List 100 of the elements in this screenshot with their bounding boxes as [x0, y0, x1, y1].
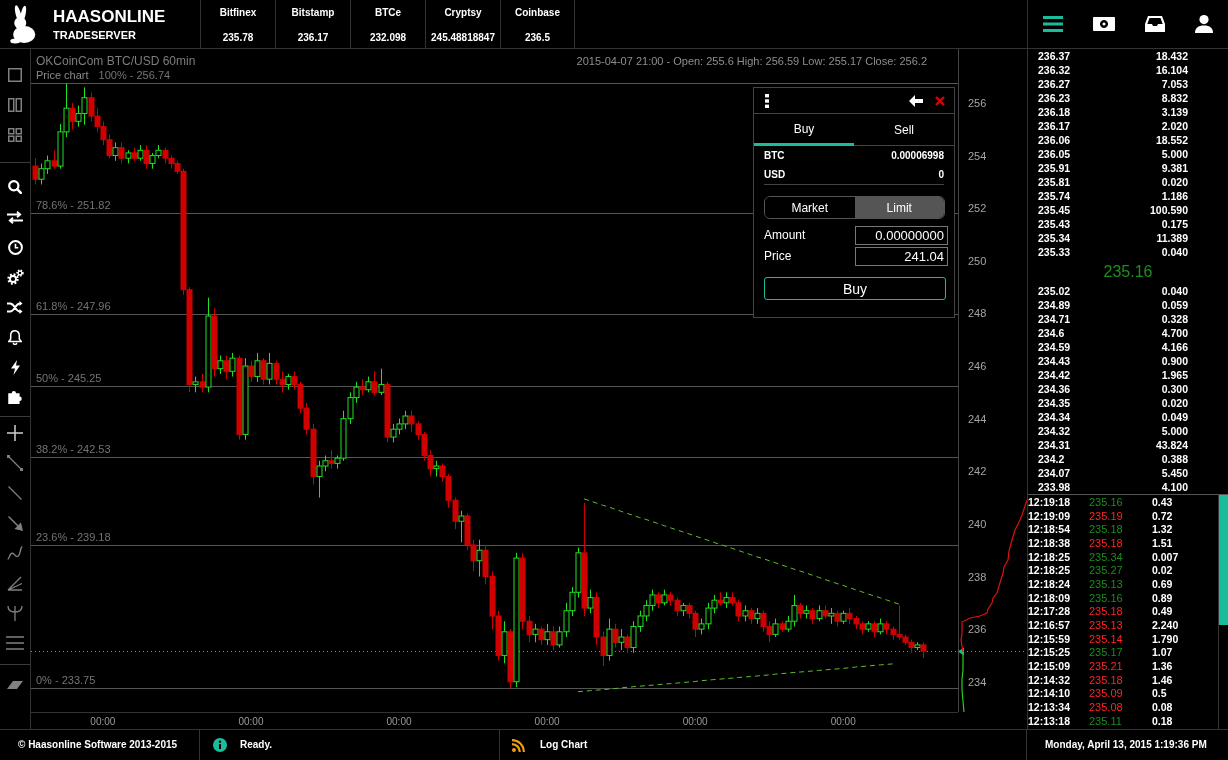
exchange-price: 236.17	[297, 32, 329, 43]
trade-price: 235.19	[1089, 509, 1123, 522]
ask-amount: 2.020	[1161, 120, 1188, 132]
search-icon[interactable]	[8, 180, 22, 194]
trade-time: 12:13:18	[1028, 714, 1071, 727]
trade-amount: 0.007	[1152, 550, 1179, 563]
fan-lines-icon[interactable]	[7, 575, 23, 591]
bid-amount: 0.020	[1161, 397, 1188, 409]
square-icon[interactable]	[8, 68, 22, 82]
grid-icon[interactable]	[8, 128, 22, 142]
bid-amount: 1.965	[1161, 369, 1188, 381]
trade-amount: 0.89	[1152, 591, 1173, 604]
trade-amount: 0.08	[1152, 701, 1173, 714]
bid-price: 234.35	[1038, 397, 1071, 409]
trade-price: 235.16	[1089, 495, 1123, 508]
two-columns-icon[interactable]	[8, 98, 22, 112]
bid-price: 234.32	[1038, 425, 1071, 437]
trade-price: 235.34	[1089, 550, 1123, 563]
time-axis-label: 00:00	[90, 716, 116, 727]
clock-icon[interactable]	[7, 239, 23, 255]
bid-price: 234.34	[1038, 411, 1071, 423]
plus-icon[interactable]	[7, 425, 23, 441]
trade-amount: 1.46	[1152, 673, 1173, 686]
user-icon[interactable]	[1195, 15, 1213, 33]
trade-time: 12:18:09	[1028, 591, 1071, 604]
pane-title: Price chart	[36, 69, 89, 81]
puzzle-icon[interactable]	[8, 390, 22, 404]
ask-amount: 1.186	[1161, 190, 1188, 202]
price-axis-label: 242	[968, 465, 987, 478]
pitchfork-icon[interactable]	[7, 605, 23, 621]
time-axis-label: 00:00	[534, 716, 560, 727]
ask-amount: 100.590	[1150, 204, 1188, 216]
tray-icon[interactable]	[1145, 16, 1165, 32]
ask-amount: 0.040	[1161, 246, 1188, 258]
ask-amount: 0.020	[1161, 176, 1188, 188]
balance-amount: 0	[938, 168, 944, 181]
shuffle-icon[interactable]	[7, 300, 23, 314]
line-icon[interactable]	[8, 486, 22, 500]
ask-price: 235.43	[1038, 218, 1071, 230]
bid-amount: 0.059	[1161, 299, 1188, 311]
trade-price: 235.14	[1089, 632, 1123, 645]
time-axis-label: 00:00	[238, 716, 264, 727]
ask-price: 236.18	[1038, 106, 1071, 118]
close-icon[interactable]	[935, 95, 945, 106]
bid-amount: 0.900	[1161, 355, 1188, 367]
ask-price: 236.27	[1038, 78, 1071, 90]
candle-info-text: 2015-04-07 21:00 - Open: 255.6 High: 256.59 Low: 255.17 Close: 256.2	[576, 55, 927, 67]
ask-amount: 9.381	[1161, 162, 1188, 174]
bid-price: 234.2	[1038, 453, 1065, 465]
ask-price: 236.06	[1038, 134, 1071, 146]
order-type-option[interactable]: Limit	[854, 197, 944, 218]
rabbit-logo-icon	[9, 4, 37, 44]
ask-amount: 3.139	[1161, 106, 1188, 118]
bid-amount: 5.000	[1161, 425, 1188, 437]
bid-amount: 4.166	[1161, 341, 1188, 353]
ask-amount: 18.552	[1155, 134, 1188, 146]
ask-price: 236.23	[1038, 92, 1071, 104]
curve-icon[interactable]	[7, 546, 23, 560]
price-axis-label: 234	[968, 675, 987, 688]
time-axis-label: 00:00	[386, 716, 412, 727]
line-segment-icon[interactable]	[7, 455, 23, 471]
time-axis-label: 00:00	[682, 716, 708, 727]
trade-price: 235.18	[1089, 536, 1123, 549]
back-arrow-icon[interactable]	[909, 94, 923, 107]
input-field[interactable]: 0.00000000	[855, 226, 948, 245]
menu-icon[interactable]	[1043, 16, 1063, 32]
input-field[interactable]: 241.04	[855, 247, 948, 266]
trade-amount: 0.72	[1152, 509, 1173, 522]
trade-time: 12:18:38	[1028, 536, 1071, 549]
gears-icon[interactable]	[6, 269, 24, 285]
bell-icon[interactable]	[8, 329, 22, 345]
balance-currency: USD	[764, 168, 786, 181]
parallel-lines-icon[interactable]	[6, 636, 24, 650]
exchange-name: Cryptsy	[444, 7, 482, 18]
order-tab[interactable]: Sell	[854, 114, 954, 146]
trade-time: 12:19:18	[1028, 495, 1071, 508]
lightning-icon[interactable]	[10, 359, 20, 375]
trade-amount: 1.51	[1152, 536, 1173, 549]
info-icon	[213, 738, 227, 752]
kebab-menu-icon[interactable]	[765, 93, 769, 108]
trade-amount: 1.790	[1152, 632, 1179, 645]
scrollbar-thumb[interactable]	[1219, 495, 1228, 625]
bid-price: 234.31	[1038, 439, 1071, 451]
ask-price: 236.32	[1038, 64, 1071, 76]
ask-price: 235.81	[1038, 176, 1071, 188]
submit-button[interactable]: Buy	[764, 277, 946, 300]
price-axis-label: 250	[968, 254, 987, 267]
swap-arrows-icon[interactable]	[7, 210, 23, 224]
banknote-icon[interactable]	[1093, 17, 1115, 31]
log-chart-link[interactable]: Log Chart	[540, 739, 588, 751]
eraser-icon[interactable]	[7, 681, 23, 689]
order-tab[interactable]: Buy	[754, 114, 854, 146]
ask-amount: 7.053	[1161, 78, 1188, 90]
bid-amount: 0.300	[1161, 383, 1188, 395]
ask-price: 236.37	[1038, 50, 1071, 62]
arrow-icon[interactable]	[7, 515, 23, 531]
bid-amount: 4.100	[1161, 481, 1188, 493]
trade-price: 235.13	[1089, 619, 1123, 632]
fibonacci-level-label: 38.2% - 242.53	[36, 442, 111, 455]
trade-price: 235.18	[1089, 523, 1123, 536]
